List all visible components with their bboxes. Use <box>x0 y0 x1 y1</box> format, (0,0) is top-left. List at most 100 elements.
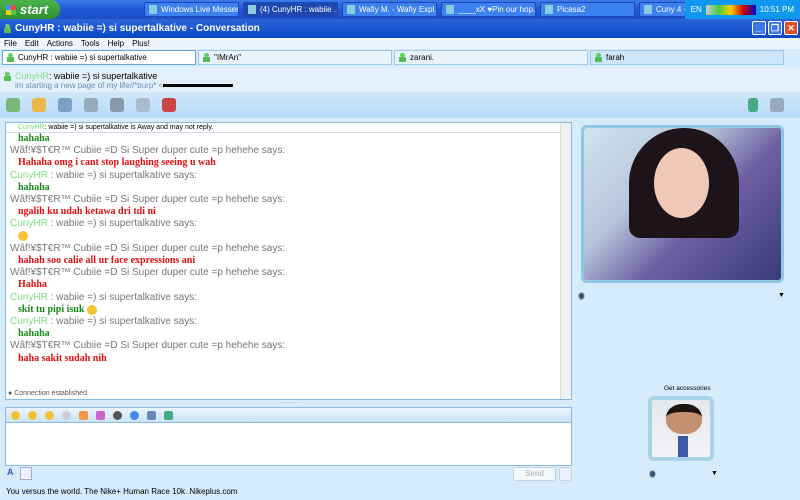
handwriting-icon[interactable] <box>20 467 32 480</box>
games-icon[interactable] <box>136 98 150 112</box>
tab-cunyhr[interactable]: CunyHR : wabiie =) si supertalkative <box>2 50 196 65</box>
tab-zarani[interactable]: zarani. <box>394 50 588 65</box>
taskbar-button[interactable]: Wafiy M. - Wafiy Expl... <box>342 2 437 17</box>
message-text: hahaha <box>10 182 567 194</box>
sender-name: CunyHR <box>10 291 48 303</box>
nudge-icon[interactable] <box>45 410 54 420</box>
tab-label: zarani. <box>410 53 435 62</box>
scrollbar[interactable] <box>560 123 571 399</box>
sender-name: Wâf!¥$T€R™ Cubiie =D Si Super duper cute… <box>10 145 286 157</box>
input-toolbar <box>5 407 572 423</box>
chevron-down-icon[interactable]: ▼ <box>778 292 785 299</box>
start-label: start <box>20 2 49 17</box>
sender-name: CunyHR <box>10 169 48 181</box>
activities-icon[interactable] <box>110 98 124 112</box>
menu-plus[interactable]: Plus! <box>132 39 150 48</box>
gift-icon[interactable] <box>79 410 88 420</box>
contact-header: CunyHR : wabiie =) si supertalkative im … <box>0 68 800 92</box>
menu-actions[interactable]: Actions <box>47 39 73 48</box>
clock: 10:51 PM <box>759 5 794 14</box>
send-files-icon[interactable] <box>32 98 46 112</box>
call-icon[interactable] <box>84 98 98 112</box>
ie-icon <box>446 5 454 14</box>
taskbar-label: Picasa2 <box>557 5 586 14</box>
menu-help[interactable]: Help <box>108 39 124 48</box>
invite-icon[interactable] <box>6 98 20 112</box>
background-icon[interactable] <box>96 410 105 420</box>
font-icon[interactable]: A <box>7 467 17 480</box>
taskbar-label: (4) CunyHR : wabiie ... <box>260 5 338 14</box>
tray-icons[interactable] <box>705 4 756 15</box>
message-body: hahah soo calie all ur face expressions … <box>18 255 196 267</box>
sender-name: CunyHR <box>10 218 48 230</box>
buddy-icon <box>595 53 602 62</box>
away-notice: CunyHR : wabiie =) si supertalkative is … <box>6 123 571 133</box>
sender-name: Wâf!¥$T€R™ Cubiie =D Si Super duper cute… <box>10 242 286 254</box>
status-ad-text[interactable]: You versus the world. The Nike+ Human Ra… <box>6 487 237 496</box>
taskbar-button-active[interactable]: (4) CunyHR : wabiie ... <box>243 2 338 17</box>
paint-brush-icon[interactable] <box>748 98 758 112</box>
message-text: haha sakit sudah nih <box>10 353 567 365</box>
emoticon-icon[interactable] <box>11 410 20 420</box>
wink-icon[interactable] <box>28 410 37 420</box>
message-body: hahaha <box>18 133 50 144</box>
buddy-icon <box>7 53 14 62</box>
image-icon[interactable] <box>164 410 173 420</box>
message-sender: CunyHR : wabiie =) si supertalkative say… <box>10 218 567 230</box>
connection-text: Connection established. <box>14 390 89 397</box>
taskbar-label: Windows Live Messen... <box>161 5 239 14</box>
webcam-icon[interactable] <box>58 98 72 112</box>
resize-handle[interactable]: ········· <box>5 400 572 406</box>
chat-history: CunyHR : wabiie =) si supertalkative is … <box>5 122 572 400</box>
window-title-bar: CunyHR : wabiie =) si supertalkative - C… <box>0 19 800 38</box>
minimize-button[interactable]: _ <box>752 21 766 35</box>
search-icon[interactable] <box>559 467 572 481</box>
menu-file[interactable]: File <box>4 39 17 48</box>
display-options-icon[interactable] <box>770 98 784 112</box>
get-accessories-link[interactable]: Get accessories <box>664 385 711 392</box>
send-button[interactable]: Send <box>513 467 556 481</box>
chevron-down-icon[interactable]: ▼ <box>711 470 718 477</box>
spellcheck-icon[interactable] <box>147 410 156 420</box>
menu-edit[interactable]: Edit <box>25 39 39 48</box>
start-button[interactable]: start <box>0 0 60 19</box>
conversation-tabs: CunyHR : wabiie =) si supertalkative "IM… <box>2 50 798 66</box>
tab-imran[interactable]: "IMrAn" <box>198 50 392 65</box>
taskbar-button[interactable]: Picasa2 <box>540 2 635 17</box>
message-sender: Wâf!¥$T€R™ Cubiie =D Si Super duper cute… <box>10 194 567 206</box>
message-sender: Wâf!¥$T€R™ Cubiie =D Si Super duper cute… <box>10 267 567 279</box>
message-body: skit tu pipi isuk <box>18 303 85 315</box>
contact-name-rest: : wabiie =) si supertalkative <box>49 71 158 81</box>
webcam-icon[interactable] <box>649 470 656 478</box>
menu-tools[interactable]: Tools <box>81 39 100 48</box>
taskbar-button[interactable]: Windows Live Messen... <box>144 2 239 17</box>
picasa-icon <box>545 5 553 14</box>
tab-farah[interactable]: farah <box>590 50 784 65</box>
contact-picture-controls: ▼ <box>578 292 788 302</box>
message-sender: CunyHR : wabiie =) si supertalkative say… <box>10 316 567 328</box>
webcam-icon[interactable] <box>578 292 585 300</box>
block-icon[interactable] <box>162 98 176 112</box>
language-indicator[interactable]: EN <box>691 5 702 14</box>
tab-label: CunyHR : wabiie =) si supertalkative <box>18 53 147 62</box>
message-text: hahah soo calie all ur face expressions … <box>10 255 567 267</box>
message-body: Hahaha omg i cant stop laughing seeing u… <box>18 157 216 169</box>
taskbar-label: ____xX ♥Pin our hop... <box>458 5 536 14</box>
buddy-icon <box>399 53 406 62</box>
tongue-emoticon-icon <box>18 231 28 242</box>
personal-message: im starting a new page of my life//*burp… <box>15 81 164 90</box>
voice-clip-icon[interactable] <box>62 410 71 420</box>
away-name: CunyHR <box>18 124 45 131</box>
message-sender: Wâf!¥$T€R™ Cubiie =D Si Super duper cute… <box>10 243 567 255</box>
sender-rest: : wabiie =) si supertalkative says: <box>47 218 198 230</box>
window-title: CunyHR : wabiie =) si supertalkative - C… <box>15 23 260 34</box>
my-display-picture[interactable] <box>648 396 714 461</box>
message-sender: CunyHR : wabiie =) si supertalkative say… <box>10 170 567 182</box>
close-button[interactable]: ✕ <box>784 21 798 35</box>
music-icon[interactable] <box>113 410 122 420</box>
restore-button[interactable]: ❐ <box>768 21 782 35</box>
message-input[interactable] <box>5 423 572 466</box>
sender-name: Wâf!¥$T€R™ Cubiie =D Si Super duper cute… <box>10 194 286 206</box>
taskbar-button[interactable]: ____xX ♥Pin our hop... <box>441 2 536 17</box>
plus-icon[interactable] <box>130 410 139 420</box>
